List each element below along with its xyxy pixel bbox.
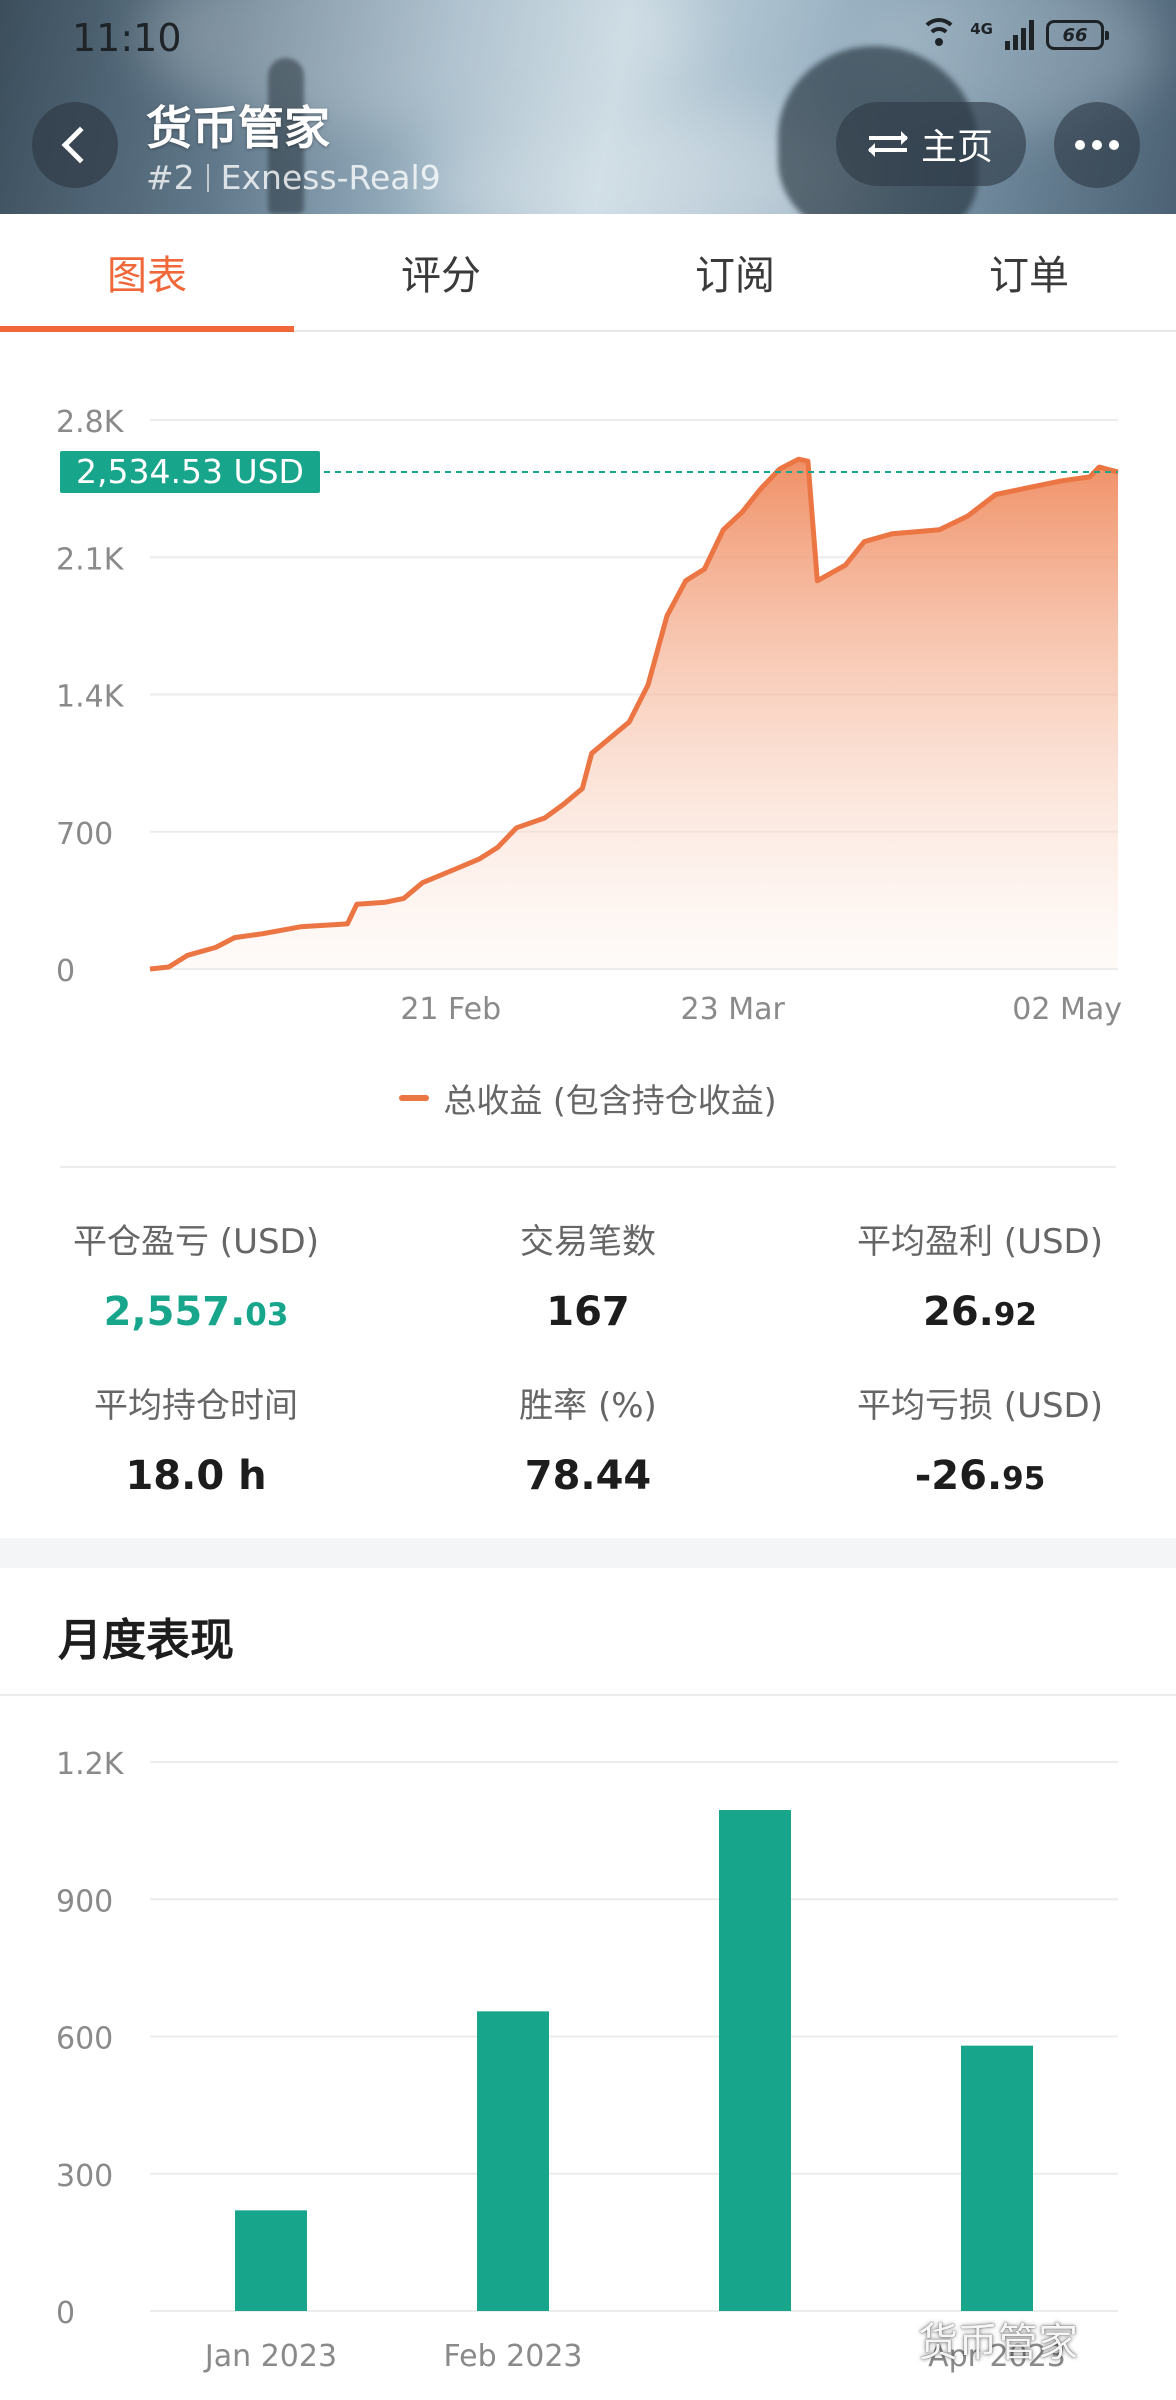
section-separator — [0, 1538, 1176, 1568]
bar[interactable] — [719, 1810, 791, 2311]
account-subtitle: #2 Exness-Real9 — [146, 158, 441, 197]
divider — [206, 163, 209, 192]
stat-value: 2,557.03 — [0, 1289, 392, 1335]
page-title: 货币管家 — [146, 101, 330, 155]
status-time: 11:10 — [72, 16, 182, 60]
stat-label: 交易笔数 — [520, 1222, 656, 1262]
stat-value: 26.92 — [784, 1289, 1176, 1335]
x-tick-label: 23 Mar — [681, 992, 786, 1027]
tab-chart[interactable]: 图表 — [0, 214, 294, 332]
more-dot-icon — [1092, 140, 1102, 150]
stat-value: -26.95 — [784, 1453, 1176, 1499]
stat-label: 平仓盈亏 (USD) — [73, 1222, 319, 1262]
chevron-left-icon — [61, 126, 99, 164]
bar[interactable] — [477, 2011, 549, 2311]
y-tick-label: 0 — [56, 954, 75, 989]
stat-value-int: 167 — [546, 1289, 630, 1335]
tab-rating[interactable]: 评分 — [294, 214, 588, 330]
legend-label: 总收益 (包含持仓收益) — [443, 1081, 777, 1120]
y-tick-label: 300 — [56, 2159, 113, 2194]
more-options-button[interactable] — [1054, 102, 1140, 188]
x-tick-label: Feb 2023 — [444, 2339, 583, 2374]
battery-icon: 66 — [1046, 20, 1109, 50]
y-tick-label: 2.1K — [56, 542, 125, 577]
watermark: 货币管家 — [918, 2320, 1078, 2366]
rank-label: #2 — [146, 158, 195, 197]
stat-value-int: 2,557. — [103, 1289, 246, 1335]
stat-value: 78.44 — [392, 1453, 784, 1499]
stat-value-int: 78.44 — [524, 1453, 652, 1499]
monthly-section-title: 月度表现 — [58, 1615, 234, 1666]
stat-cell: 胜率 (%) 78.44 — [392, 1378, 784, 1499]
swap-icon — [867, 129, 908, 159]
home-button[interactable]: 主页 — [836, 102, 1026, 186]
stat-cell: 平均盈利 (USD) 26.92 — [784, 1214, 1176, 1335]
more-dot-icon — [1109, 140, 1119, 150]
stat-value-decimal: 03 — [245, 1297, 289, 1333]
header: 11:10 4G 66 货币管家 #2 Exness-Real9 主页 — [0, 0, 1176, 214]
x-tick-label: 02 May — [1012, 992, 1122, 1027]
divider — [0, 1694, 1176, 1696]
stat-label: 平均持仓时间 — [94, 1386, 298, 1426]
stat-value-decimal: 92 — [993, 1297, 1037, 1333]
signal-icon — [1005, 20, 1034, 50]
bar[interactable] — [235, 2210, 307, 2311]
more-dot-icon — [1075, 140, 1085, 150]
y-tick-label: 1.2K — [56, 1747, 125, 1782]
monthly-bar-chart[interactable]: 03006009001.2KJan 2023 Feb 2023 Apr 2023 — [0, 1730, 1176, 2400]
network-type-label: 4G — [970, 20, 993, 38]
stat-cell: 交易笔数 167 — [392, 1214, 784, 1335]
tab-subscribe[interactable]: 订阅 — [588, 214, 882, 330]
tab-bar: 图表 评分 订阅 订单 — [0, 214, 1176, 332]
stat-label: 平均亏损 (USD) — [857, 1386, 1103, 1426]
current-value-tag: 2,534.53 USD — [60, 451, 320, 493]
chart-legend[interactable]: 总收益 (包含持仓收益) — [0, 1074, 1176, 1122]
tab-orders[interactable]: 订单 — [882, 214, 1176, 330]
stat-value: 167 — [392, 1289, 784, 1335]
status-icons: 4G 66 — [920, 18, 1109, 52]
stat-cell: 平均持仓时间 18.0 h — [0, 1378, 392, 1499]
stat-cell: 平均亏损 (USD) -26.95 — [784, 1378, 1176, 1499]
stat-cell: 平仓盈亏 (USD) 2,557.03 — [0, 1214, 392, 1335]
y-tick-label: 0 — [56, 2296, 75, 2331]
divider — [60, 1166, 1116, 1168]
y-tick-label: 900 — [56, 1884, 113, 1919]
stat-value-int: 18.0 h — [125, 1453, 267, 1499]
home-button-label: 主页 — [920, 127, 993, 168]
stat-value-int: -26. — [914, 1453, 1003, 1499]
y-tick-label: 700 — [56, 817, 113, 852]
bar[interactable] — [961, 2045, 1033, 2311]
y-tick-label: 2.8K — [56, 405, 125, 440]
stat-value-decimal: 95 — [1002, 1461, 1046, 1497]
x-tick-label: 21 Feb — [400, 992, 501, 1027]
y-tick-label: 600 — [56, 2022, 113, 2057]
stat-label: 胜率 (%) — [519, 1386, 657, 1426]
legend-swatch — [399, 1095, 430, 1101]
stat-label: 平均盈利 (USD) — [857, 1222, 1103, 1262]
stat-value: 18.0 h — [0, 1453, 392, 1499]
y-tick-label: 1.4K — [56, 680, 125, 715]
back-button[interactable] — [32, 102, 118, 188]
account-name: Exness-Real9 — [220, 158, 441, 197]
x-tick-label: Jan 2023 — [203, 2339, 337, 2374]
stat-value-int: 26. — [923, 1289, 994, 1335]
wifi-icon — [920, 18, 959, 52]
